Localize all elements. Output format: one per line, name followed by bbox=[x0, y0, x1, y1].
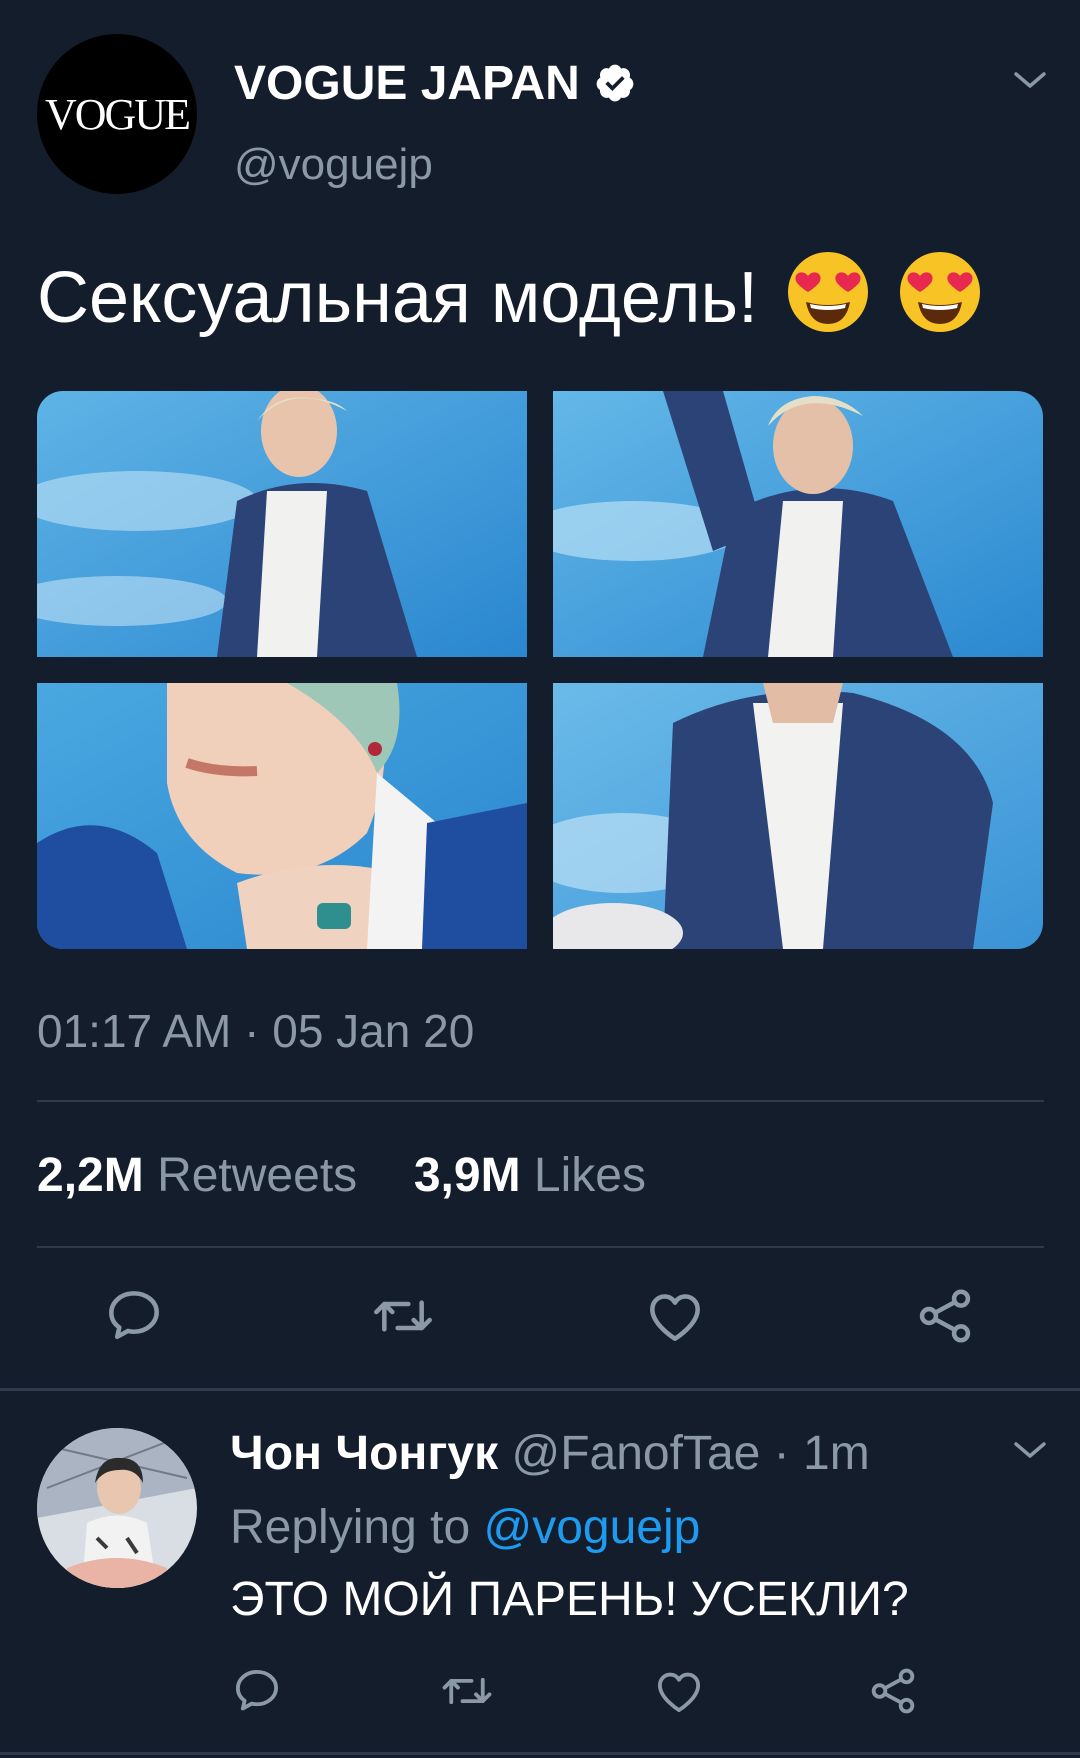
chevron-down-icon[interactable] bbox=[1012, 1438, 1048, 1462]
heart-icon[interactable] bbox=[652, 1664, 706, 1718]
retweets-count[interactable]: 2,2M bbox=[37, 1149, 144, 1202]
tweet-photo-3[interactable] bbox=[37, 683, 527, 949]
reply-text: ЭТО МОЙ ПАРЕНЬ! УСЕКЛИ? bbox=[230, 1573, 909, 1626]
verified-badge-icon bbox=[596, 64, 634, 102]
display-name[interactable]: VOGUE JAPAN bbox=[234, 56, 580, 111]
reply-display-name[interactable]: Чон Чонгук bbox=[230, 1427, 498, 1480]
likes-label[interactable]: Likes bbox=[534, 1149, 646, 1202]
reply-avatar[interactable] bbox=[37, 1428, 197, 1588]
reply-icon[interactable] bbox=[102, 1284, 166, 1348]
share-icon[interactable] bbox=[866, 1664, 920, 1718]
tweet-text: Сексуальная модель! bbox=[37, 250, 982, 339]
tweet-separator bbox=[0, 1388, 1080, 1391]
retweets-label[interactable]: Retweets bbox=[157, 1149, 357, 1202]
avatar[interactable]: VOGUE bbox=[37, 34, 197, 194]
divider bbox=[37, 1246, 1044, 1248]
tweet-photo-1[interactable] bbox=[37, 391, 527, 657]
reply-header: Чон Чонгук @FanofTae · 1m bbox=[230, 1426, 870, 1481]
reply-handle[interactable]: @FanofTae bbox=[511, 1427, 760, 1480]
retweet-icon[interactable] bbox=[440, 1664, 494, 1718]
replying-to-link[interactable]: @voguejp bbox=[483, 1501, 700, 1554]
retweet-icon[interactable] bbox=[371, 1284, 435, 1348]
tweet-text-body: Сексуальная модель! bbox=[37, 258, 759, 338]
likes-count[interactable]: 3,9M bbox=[414, 1149, 521, 1202]
handle[interactable]: @voguejp bbox=[234, 140, 433, 190]
tweet-photo-4[interactable] bbox=[553, 683, 1043, 949]
heart-icon[interactable] bbox=[643, 1284, 707, 1348]
divider bbox=[37, 1100, 1044, 1102]
replying-to: Replying to @voguejp bbox=[230, 1500, 700, 1555]
tweet-separator bbox=[0, 1752, 1080, 1755]
heart-eyes-emoji bbox=[788, 252, 869, 332]
share-icon[interactable] bbox=[913, 1284, 977, 1348]
tweet-stats: 2,2M Retweets 3,9M Likes bbox=[37, 1148, 646, 1203]
replying-to-label: Replying to bbox=[230, 1501, 471, 1554]
tweet-photo-2[interactable] bbox=[553, 391, 1043, 657]
reply-time[interactable]: · 1m bbox=[774, 1427, 870, 1480]
chevron-down-icon[interactable] bbox=[1012, 68, 1048, 92]
vogue-logo: VOGUE bbox=[45, 89, 191, 139]
reply-icon[interactable] bbox=[230, 1664, 284, 1718]
heart-eyes-emoji bbox=[900, 252, 981, 332]
tweet-timestamp[interactable]: 01:17 AM · 05 Jan 20 bbox=[37, 1004, 474, 1058]
